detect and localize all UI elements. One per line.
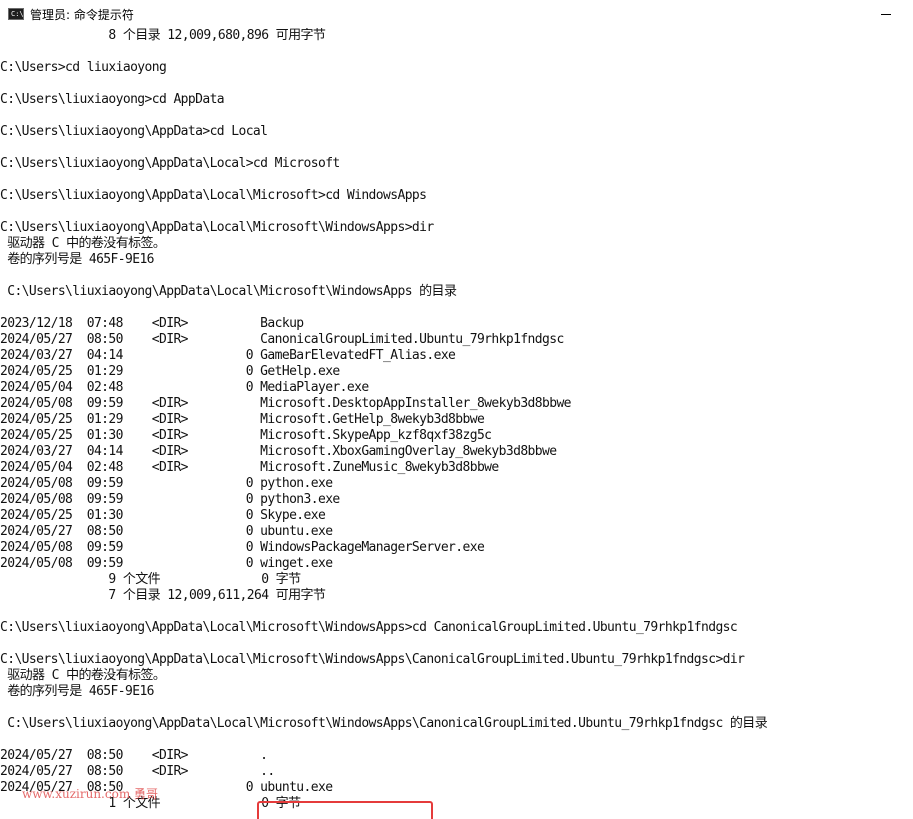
console-line: 卷的序列号是 465F-9E16 — [0, 252, 154, 267]
minimize-icon — [881, 13, 891, 15]
console-line: 2024/05/04 02:48 <DIR> Microsoft.ZuneMus… — [0, 460, 499, 475]
cmd-icon: C:\ — [8, 8, 24, 20]
console-line: 驱动器 C 中的卷没有标签。 — [0, 668, 166, 683]
console-line: 2024/05/27 08:50 <DIR> . — [0, 748, 268, 763]
console-line: 2024/03/27 04:14 <DIR> Microsoft.XboxGam… — [0, 444, 557, 459]
cmd-window: C:\ 管理员: 命令提示符 8 个目录 12,009,680,896 可用字节… — [0, 0, 913, 819]
title-bar[interactable]: C:\ 管理员: 命令提示符 — [0, 0, 913, 28]
console-line: C:\Users>cd liuxiaoyong — [0, 60, 167, 75]
console-line: 2024/05/08 09:59 <DIR> Microsoft.Desktop… — [0, 396, 572, 411]
console-line: 7 个目录 12,009,611,264 可用字节 — [0, 588, 326, 603]
highlight-box — [257, 801, 433, 819]
console-line: C:\Users\liuxiaoyong\AppData\Local\Micro… — [0, 620, 738, 635]
console-line: 2024/05/08 09:59 0 python.exe — [0, 476, 333, 491]
console-line: C:\Users\liuxiaoyong\AppData\Local\Micro… — [0, 188, 427, 203]
console-line: 2024/05/25 01:29 0 GetHelp.exe — [0, 364, 340, 379]
console-line: 2024/03/27 04:14 0 GameBarElevatedFT_Ali… — [0, 348, 456, 363]
console-line: C:\Users\liuxiaoyong\AppData\Local\Micro… — [0, 284, 457, 299]
console-line: 2024/05/04 02:48 0 MediaPlayer.exe — [0, 380, 369, 395]
console-line: 8 个目录 12,009,680,896 可用字节 — [0, 28, 326, 43]
console-line: C:\Users\liuxiaoyong\AppData\Local\Micro… — [0, 220, 434, 235]
console-line: 9 个文件 0 字节 — [0, 572, 301, 587]
console-line: 2024/05/25 01:30 0 Skype.exe — [0, 508, 326, 523]
console-line: 2024/05/27 08:50 <DIR> .. — [0, 764, 275, 779]
console-line: 2024/05/08 09:59 0 WindowsPackageManager… — [0, 540, 485, 555]
window-title: 管理员: 命令提示符 — [30, 7, 134, 22]
watermark-text: www.xuzirun.com 勇哥 — [22, 787, 159, 801]
console-line: 2024/05/25 01:30 <DIR> Microsoft.SkypeAp… — [0, 428, 492, 443]
console-line: 2024/05/27 08:50 <DIR> CanonicalGroupLim… — [0, 332, 564, 347]
minimize-button[interactable] — [863, 0, 909, 28]
console-line: C:\Users\liuxiaoyong\AppData>cd Local — [0, 124, 268, 139]
console-output[interactable]: 8 个目录 12,009,680,896 可用字节 C:\Users>cd liu… — [0, 28, 913, 819]
console-line: C:\Users\liuxiaoyong\AppData\Local\Micro… — [0, 652, 745, 667]
console-line: C:\Users\liuxiaoyong>cd AppData — [0, 92, 225, 107]
console-lines: 8 个目录 12,009,680,896 可用字节 C:\Users>cd liu… — [0, 28, 768, 812]
console-line: C:\Users\liuxiaoyong\AppData\Local\Micro… — [0, 716, 768, 731]
console-line: 卷的序列号是 465F-9E16 — [0, 684, 154, 699]
console-line: 2024/05/25 01:29 <DIR> Microsoft.GetHelp… — [0, 412, 485, 427]
console-line: C:\Users\liuxiaoyong\AppData\Local>cd Mi… — [0, 156, 340, 171]
console-line: 2024/05/08 09:59 0 winget.exe — [0, 556, 333, 571]
console-line: 2024/05/27 08:50 0 ubuntu.exe — [0, 524, 333, 539]
console-line: 2024/05/08 09:59 0 python3.exe — [0, 492, 340, 507]
console-line: 2023/12/18 07:48 <DIR> Backup — [0, 316, 304, 331]
console-line: 驱动器 C 中的卷没有标签。 — [0, 236, 166, 251]
